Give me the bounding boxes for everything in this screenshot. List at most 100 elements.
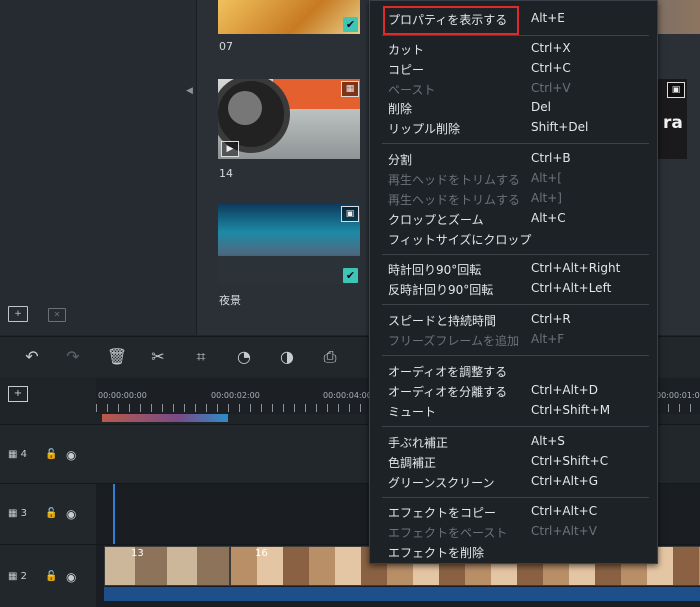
tick-label: 00:00:04:00 <box>323 391 372 400</box>
color-icon[interactable]: ◑ <box>276 346 298 368</box>
menu-item-trim-end: 再生ヘッドをトリムする <box>388 193 521 207</box>
media-label-07: 07 <box>219 40 233 53</box>
menu-item-green-screen[interactable]: グリーンスクリーン <box>388 474 495 491</box>
image-icon: ▣ <box>667 82 685 98</box>
menu-item-ripple-delete[interactable]: リップル削除 <box>388 120 460 137</box>
tick-label: 00:00:00:00 <box>98 391 147 400</box>
menu-item-stabilization[interactable]: 手ぶれ補正 <box>388 434 448 451</box>
media-thumb-14[interactable]: ▦ ▶ <box>218 79 360 159</box>
play-proxy-icon: ▶ <box>221 141 239 157</box>
shortcut: Shift+Del <box>531 120 589 134</box>
track-header: ▦ 4 🔓 ◉ <box>0 425 96 483</box>
export-frame-icon[interactable]: ⎙ <box>319 346 341 368</box>
shortcut: Ctrl+Alt+G <box>531 474 599 488</box>
collapse-arrow-icon[interactable]: ◀ <box>186 86 193 96</box>
media-thumb-07[interactable]: ✔ <box>218 0 360 34</box>
shortcut: Ctrl+V <box>531 81 571 95</box>
track-label: ▦ 2 <box>8 571 28 582</box>
add-folder-icon[interactable]: + <box>8 306 28 322</box>
track-label: ▦ 3 <box>8 508 28 519</box>
delete-folder-icon[interactable]: ✕ <box>48 308 66 322</box>
menu-item-crop-zoom[interactable]: クロップとズーム <box>388 211 484 228</box>
shortcut: Ctrl+Shift+C <box>531 454 609 468</box>
menu-item-cut[interactable]: カット <box>388 41 424 58</box>
audio-strip[interactable] <box>104 587 700 601</box>
menu-item-paste: ペースト <box>388 83 436 97</box>
menu-item-rotate-cw[interactable]: 時計回り90°回転 <box>388 261 481 278</box>
media-partial-text: ra <box>663 113 683 133</box>
lock-icon[interactable]: 🔓 <box>45 449 57 460</box>
menu-item-copy[interactable]: コピー <box>388 61 424 78</box>
menu-item-detach-audio[interactable]: オーディオを分離する <box>388 383 507 400</box>
shortcut: Alt+[ <box>531 171 562 185</box>
menu-separator <box>382 426 649 427</box>
tick-label: 00:00:02:00 <box>211 391 260 400</box>
context-menu: プロパティを表示する Alt+E カット Ctrl+X コピー Ctrl+C ペ… <box>369 0 658 564</box>
shortcut: Ctrl+Alt+C <box>531 504 598 518</box>
shortcut: Ctrl+B <box>531 151 571 165</box>
menu-item-delete[interactable]: 削除 <box>388 100 412 117</box>
lock-icon[interactable]: 🔓 <box>45 571 57 582</box>
media-label-night: 夜景 <box>219 294 241 307</box>
media-label-14: 14 <box>219 167 233 180</box>
clip-label: 13 <box>131 548 144 559</box>
folder-panel: ◀ + ✕ <box>0 0 197 335</box>
thumb-hills <box>218 256 360 284</box>
delete-icon[interactable]: 🗑 <box>106 346 128 368</box>
eye-icon[interactable]: ◉ <box>66 570 76 584</box>
menu-item-properties[interactable]: プロパティを表示する <box>388 11 507 28</box>
checked-icon: ✔ <box>343 268 358 283</box>
shortcut: Alt+S <box>531 434 565 448</box>
menu-separator <box>382 254 649 255</box>
menu-separator <box>382 355 649 356</box>
menu-separator <box>382 497 649 498</box>
crop-icon[interactable]: ⌗ <box>190 346 212 368</box>
thumb-rim <box>228 91 262 125</box>
eye-icon[interactable]: ◉ <box>66 448 76 462</box>
undo-icon[interactable]: ↶ <box>21 346 43 368</box>
menu-item-rotate-ccw[interactable]: 反時計回り90°回転 <box>388 281 493 298</box>
menu-separator <box>382 143 649 144</box>
speed-icon[interactable]: ◔ <box>233 346 255 368</box>
shortcut: Ctrl+Shift+M <box>531 403 611 417</box>
media-thumb-night[interactable]: ▣ ✔ <box>218 204 360 284</box>
eye-icon[interactable]: ◉ <box>66 507 76 521</box>
video-icon: ▦ <box>341 81 359 97</box>
menu-item-freeze-frame: フリーズフレームを追加 <box>388 334 520 348</box>
shortcut: Alt+E <box>531 11 565 25</box>
redo-icon[interactable]: ↷ <box>62 346 84 368</box>
shortcut: Alt+C <box>531 211 566 225</box>
lock-icon[interactable]: 🔓 <box>45 508 57 519</box>
menu-separator <box>382 35 649 36</box>
add-track-icon[interactable]: + <box>8 386 28 402</box>
menu-item-adjust-audio[interactable]: オーディオを調整する <box>388 363 507 380</box>
tick-label: 00:00:01:0 <box>656 391 700 400</box>
menu-item-mute[interactable]: ミュート <box>388 403 436 420</box>
shortcut: Ctrl+Alt+Right <box>531 261 621 275</box>
shortcut: Alt+F <box>531 332 565 346</box>
menu-item-color-correction[interactable]: 色調補正 <box>388 454 436 471</box>
playhead[interactable] <box>113 484 115 544</box>
menu-item-crop-to-fit[interactable]: フィットサイズにクロップ <box>388 231 531 248</box>
clip-preview-strip <box>102 414 228 422</box>
menu-item-trim-start: 再生ヘッドをトリムする <box>388 173 521 187</box>
checked-icon: ✔ <box>343 17 358 32</box>
clip-label: 16 <box>255 548 268 559</box>
track-header: ▦ 2 🔓 ◉ <box>0 545 96 607</box>
shortcut: Ctrl+R <box>531 312 571 326</box>
cut-icon[interactable]: ✂ <box>147 346 169 368</box>
shortcut: Ctrl+X <box>531 41 571 55</box>
menu-item-copy-effect[interactable]: エフェクトをコピー <box>388 504 496 521</box>
shortcut: Ctrl+Alt+D <box>531 383 598 397</box>
shortcut: Ctrl+Alt+V <box>531 524 597 538</box>
menu-item-speed-duration[interactable]: スピードと持続時間 <box>388 312 496 329</box>
menu-item-split[interactable]: 分割 <box>388 151 412 168</box>
track-header: ▦ 3 🔓 ◉ <box>0 484 96 544</box>
shortcut: Ctrl+Alt+Left <box>531 281 612 295</box>
menu-separator <box>382 304 649 305</box>
shortcut: Alt+] <box>531 191 562 205</box>
shortcut: Del <box>531 100 551 114</box>
menu-item-delete-effect[interactable]: エフェクトを削除 <box>388 544 484 561</box>
menu-item-paste-effect: エフェクトをペースト <box>388 526 508 540</box>
video-clip-13[interactable]: 13 <box>104 546 230 586</box>
